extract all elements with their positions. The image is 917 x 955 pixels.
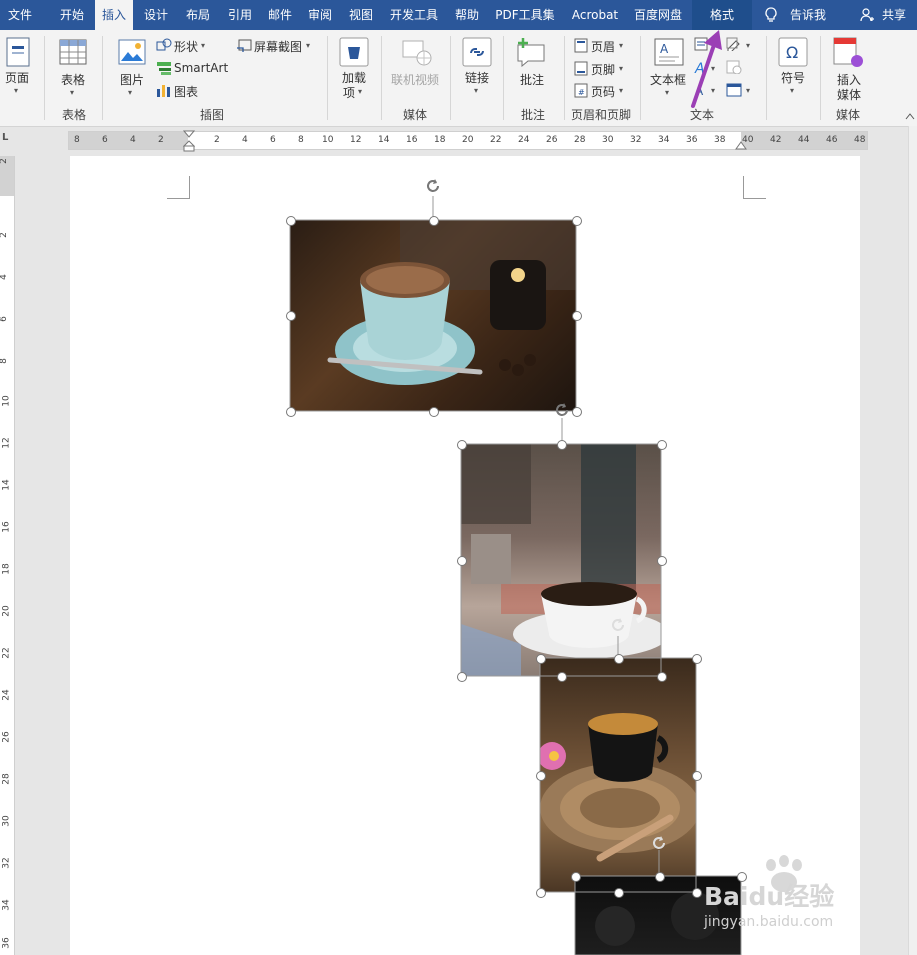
resize-handle[interactable] <box>657 672 667 682</box>
resize-handle[interactable] <box>614 888 624 898</box>
resize-handle[interactable] <box>286 216 296 226</box>
resize-handle[interactable] <box>614 654 624 664</box>
resize-handle[interactable] <box>657 440 667 450</box>
resize-handle[interactable] <box>572 216 582 226</box>
watermark-url: jingyan.baidu.com <box>704 914 834 930</box>
resize-handle[interactable] <box>657 556 667 566</box>
resize-handle[interactable] <box>536 771 546 781</box>
selection-overlay <box>289 196 742 955</box>
watermark-text: Baidu经验 <box>704 882 835 911</box>
rotate-handle-icon[interactable] <box>650 834 668 852</box>
resize-handle[interactable] <box>457 672 467 682</box>
resize-handle[interactable] <box>457 556 467 566</box>
rotate-handle-icon[interactable] <box>553 401 571 419</box>
resize-handle[interactable] <box>429 216 439 226</box>
resize-handle[interactable] <box>655 872 665 882</box>
resize-handle[interactable] <box>571 872 581 882</box>
resize-handle[interactable] <box>286 311 296 321</box>
vertical-scrollbar[interactable] <box>908 126 917 955</box>
resize-handle[interactable] <box>692 771 702 781</box>
resize-handle[interactable] <box>429 407 439 417</box>
rotate-handle-icon[interactable] <box>424 177 442 195</box>
resize-handle[interactable] <box>557 672 567 682</box>
rotate-handle-icon[interactable] <box>609 616 627 634</box>
resize-handle[interactable] <box>457 440 467 450</box>
resize-handle[interactable] <box>286 407 296 417</box>
resize-handle[interactable] <box>557 440 567 450</box>
resize-handle[interactable] <box>572 407 582 417</box>
resize-handle[interactable] <box>572 311 582 321</box>
resize-handle[interactable] <box>536 888 546 898</box>
resize-handle[interactable] <box>692 888 702 898</box>
resize-handle[interactable] <box>536 654 546 664</box>
resize-handle[interactable] <box>692 654 702 664</box>
